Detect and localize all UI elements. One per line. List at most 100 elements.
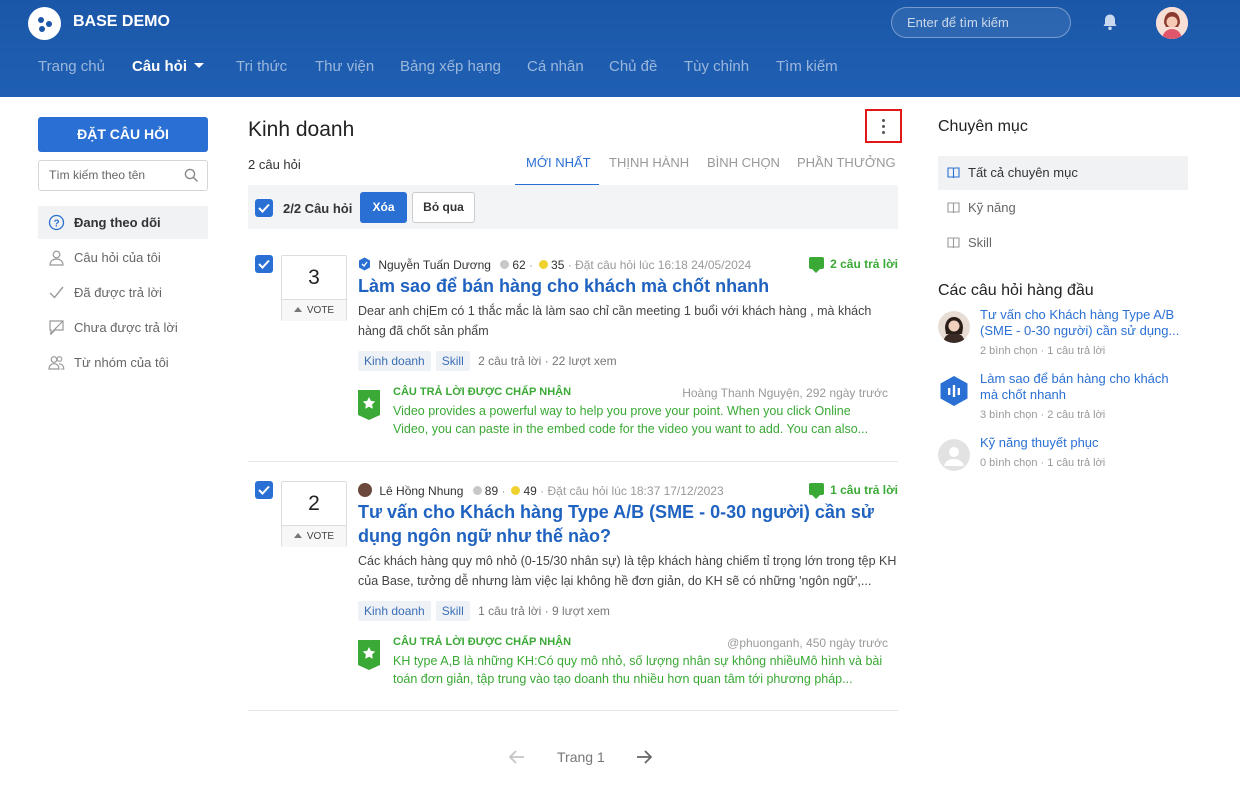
accepted-label: CÂU TRẢ LỜI ĐƯỢC CHẤP NHẬN bbox=[393, 386, 572, 398]
vote-box[interactable]: 2 VOTE bbox=[281, 481, 347, 547]
search-icon bbox=[184, 168, 198, 182]
author-name[interactable]: Lê Hồng Nhung bbox=[379, 484, 463, 498]
accepted-answer[interactable]: CÂU TRẢ LỜI ĐƯỢC CHẤP NHẬN Hoàng Thanh N… bbox=[358, 386, 898, 446]
category-all[interactable]: Tất cả chuyên mục bbox=[938, 156, 1188, 190]
category-skills[interactable]: Kỹ năng bbox=[938, 191, 1188, 225]
more-options-button[interactable] bbox=[865, 109, 902, 143]
question-checkbox[interactable] bbox=[255, 481, 273, 499]
nav-item-home[interactable]: Trang chủ bbox=[38, 58, 105, 75]
top-question-meta: 3 bình chọn · 2 câu trả lời bbox=[980, 409, 1106, 421]
brand-name[interactable]: BASE DEMO bbox=[73, 13, 170, 31]
sidebar-item-unanswered[interactable]: Chưa được trả lời bbox=[38, 311, 208, 344]
author-name[interactable]: Nguyễn Tuấn Dương bbox=[378, 258, 491, 272]
sidebar-item-label: Đã được trả lời bbox=[74, 285, 162, 300]
silver-points: 62 bbox=[512, 258, 526, 272]
top-question-title[interactable]: Tư vấn cho Khách hàng Type A/B (SME - 0-… bbox=[980, 307, 1180, 339]
question-checkbox[interactable] bbox=[255, 255, 273, 273]
bell-icon[interactable] bbox=[1101, 13, 1119, 31]
question-title[interactable]: Làm sao để bán hàng cho khách mà chốt nh… bbox=[358, 274, 898, 298]
question-excerpt: Các khách hàng quy mô nhỏ (0-15/30 nhân … bbox=[358, 554, 897, 588]
nav-item-leaderboard[interactable]: Bảng xếp hạng bbox=[400, 58, 501, 75]
author-avatar bbox=[938, 311, 970, 343]
nav-item-knowledge[interactable]: Tri thức bbox=[236, 58, 287, 75]
unanswered-icon bbox=[49, 320, 64, 336]
tag-skill[interactable]: Skill bbox=[435, 351, 470, 371]
tab-trending[interactable]: THỊNH HÀNH bbox=[609, 155, 689, 170]
select-all-checkbox[interactable] bbox=[255, 199, 273, 217]
vote-label: VOTE bbox=[306, 531, 335, 542]
nav-item-personal[interactable]: Cá nhân bbox=[527, 58, 584, 75]
name-search-input[interactable]: Tìm kiếm theo tên bbox=[38, 160, 208, 191]
answers-count[interactable]: 2 câu trả lời bbox=[809, 257, 898, 273]
sidebar-item-following[interactable]: ? Đang theo dõi bbox=[38, 206, 208, 239]
top-question-title[interactable]: Kỹ năng thuyết phục bbox=[980, 435, 1180, 451]
question-item: 3 VOTE Nguyễn Tuấn Dương 62 · 35 · Đặt câ… bbox=[248, 255, 898, 462]
skip-button[interactable]: Bỏ qua bbox=[412, 192, 475, 223]
accepted-answer[interactable]: CÂU TRẢ LỜI ĐƯỢC CHẤP NHẬN @phuonganh, 4… bbox=[358, 636, 898, 696]
category-label: Tất cả chuyên mục bbox=[968, 165, 1078, 180]
logo-icon[interactable] bbox=[28, 7, 61, 40]
asked-time: Đặt câu hỏi lúc 18:37 17/12/2023 bbox=[547, 484, 724, 498]
sidebar-item-my-group[interactable]: Từ nhóm của tôi bbox=[38, 346, 208, 379]
question-title[interactable]: Tư vấn cho Khách hàng Type A/B (SME - 0-… bbox=[358, 500, 898, 548]
arrow-right-icon[interactable] bbox=[636, 750, 652, 764]
nav-item-questions[interactable]: Câu hỏi bbox=[132, 58, 204, 75]
question-meta: Lê Hồng Nhung 89 · 49 · Đặt câu hỏi lúc 1… bbox=[358, 483, 724, 498]
category-label: Skill bbox=[968, 235, 992, 250]
question-stats: 2 câu trả lời · 22 lượt xem bbox=[478, 354, 617, 368]
nav-item-library[interactable]: Thư viện bbox=[315, 58, 374, 75]
gold-points: 35 bbox=[551, 258, 565, 272]
question-tags: Kinh doanh Skill 1 câu trả lời · 9 lượt x… bbox=[358, 601, 610, 621]
tag-business[interactable]: Kinh doanh bbox=[358, 351, 431, 371]
user-icon bbox=[49, 250, 64, 266]
top-question-item[interactable]: Tư vấn cho Khách hàng Type A/B (SME - 0-… bbox=[938, 307, 1188, 359]
sidebar-item-my-questions[interactable]: Câu hỏi của tôi bbox=[38, 241, 208, 274]
top-question-item[interactable]: Làm sao để bán hàng cho khách mà chốt nh… bbox=[938, 371, 1188, 423]
vote-button[interactable]: VOTE bbox=[282, 525, 346, 547]
category-skill[interactable]: Skill bbox=[938, 226, 1188, 260]
question-tags: Kinh doanh Skill 2 câu trả lời · 22 lượt … bbox=[358, 351, 617, 371]
sidebar-item-answered[interactable]: Đã được trả lời bbox=[38, 276, 208, 309]
answers-count[interactable]: 1 câu trả lời bbox=[809, 483, 898, 499]
top-header: BASE DEMO Enter để tìm kiếm Trang chủ Câ… bbox=[0, 0, 1240, 97]
tab-votes[interactable]: BÌNH CHỌN bbox=[707, 155, 780, 170]
verified-badge-icon bbox=[359, 257, 370, 271]
vote-box[interactable]: 3 VOTE bbox=[281, 255, 347, 321]
user-avatar[interactable] bbox=[1156, 7, 1188, 39]
nav-item-search[interactable]: Tìm kiếm bbox=[776, 58, 838, 75]
tab-newest[interactable]: MỚI NHẤT bbox=[526, 155, 591, 170]
divider bbox=[248, 710, 898, 711]
vote-button[interactable]: VOTE bbox=[282, 299, 346, 321]
name-search-placeholder: Tìm kiếm theo tên bbox=[49, 168, 146, 182]
silver-points-icon bbox=[500, 260, 510, 269]
tag-business[interactable]: Kinh doanh bbox=[358, 601, 431, 621]
ask-question-button[interactable]: ĐẶT CÂU HỎI bbox=[38, 117, 208, 152]
question-stats: 1 câu trả lời · 9 lượt xem bbox=[478, 604, 610, 618]
top-question-meta: 2 bình chọn · 1 câu trả lời bbox=[980, 345, 1106, 357]
arrow-left-icon[interactable] bbox=[509, 750, 525, 764]
top-questions-title: Các câu hỏi hàng đầu bbox=[938, 282, 1094, 299]
top-question-meta: 0 bình chọn · 1 câu trả lời bbox=[980, 457, 1106, 469]
top-question-item[interactable]: Kỹ năng thuyết phục 0 bình chọn · 1 câu … bbox=[938, 435, 1188, 471]
chat-bubble-icon bbox=[809, 483, 825, 499]
accepted-text: KH type A,B là những KH:Có quy mô nhỏ, s… bbox=[393, 654, 883, 686]
tab-rewards[interactable]: PHẦN THƯỞNG bbox=[797, 155, 896, 170]
vote-label: VOTE bbox=[306, 305, 335, 316]
nav-item-questions-label: Câu hỏi bbox=[132, 58, 187, 75]
top-question-title[interactable]: Làm sao để bán hàng cho khách mà chốt nh… bbox=[980, 371, 1180, 403]
accepted-badge-icon bbox=[358, 390, 380, 420]
global-search-input[interactable]: Enter để tìm kiếm bbox=[891, 7, 1071, 38]
default-avatar-icon bbox=[938, 439, 970, 471]
nav-item-customize[interactable]: Tùy chỉnh bbox=[684, 58, 749, 75]
pagination: Trang 1 bbox=[505, 748, 655, 768]
chat-bubble-icon bbox=[809, 257, 825, 273]
accepted-by: @phuonganh, 450 ngày trước bbox=[727, 636, 888, 650]
group-icon bbox=[48, 356, 65, 370]
answers-label: 1 câu trả lời bbox=[830, 483, 898, 497]
delete-button[interactable]: Xóa bbox=[360, 192, 407, 223]
tag-skill[interactable]: Skill bbox=[435, 601, 470, 621]
nav-item-topics[interactable]: Chủ đề bbox=[609, 58, 657, 75]
bulk-action-bar: 2/2 Câu hỏi Xóa Bỏ qua bbox=[248, 185, 898, 229]
gold-points: 49 bbox=[523, 484, 537, 498]
vote-count: 3 bbox=[308, 266, 320, 289]
